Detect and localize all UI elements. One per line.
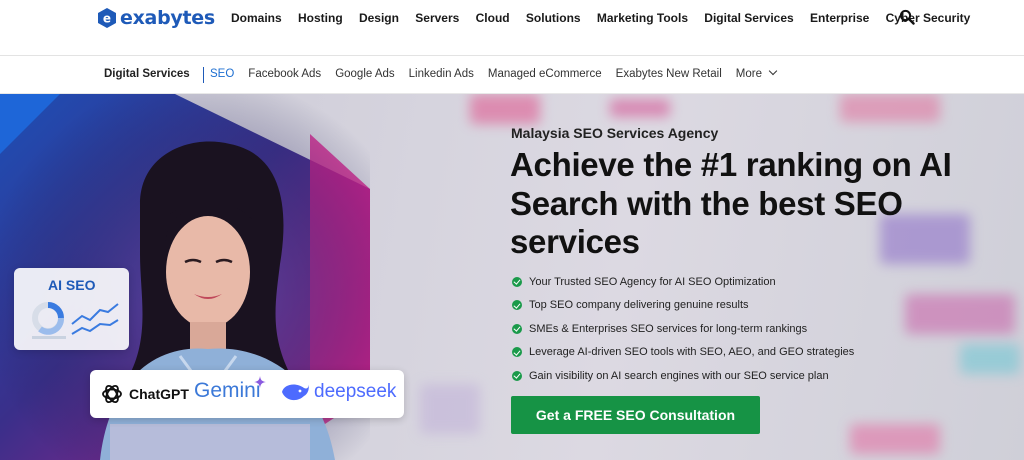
menu-item-servers[interactable]: Servers bbox=[415, 11, 459, 25]
menu-item-cloud[interactable]: Cloud bbox=[476, 11, 510, 25]
main-menu: Domains Hosting Design Servers Cloud Sol… bbox=[231, 11, 987, 25]
sub-navigation: Digital Services SEO Facebook Ads Google… bbox=[0, 57, 1024, 94]
check-circle-icon bbox=[512, 347, 522, 358]
benefit-item: Top SEO company delivering genuine resul… bbox=[512, 294, 854, 318]
svg-text:e: e bbox=[103, 12, 111, 26]
check-circle-icon bbox=[512, 370, 522, 381]
hero-headline: Achieve the #1 ranking on AI Search with… bbox=[510, 146, 952, 260]
analytics-chart-icon bbox=[32, 302, 119, 339]
bokeh-light bbox=[905, 294, 1015, 334]
benefit-text: Leverage AI-driven SEO tools with SEO, A… bbox=[529, 346, 855, 359]
check-circle-icon bbox=[512, 300, 522, 311]
chatgpt-label: ChatGPT bbox=[129, 386, 189, 402]
benefit-item: Your Trusted SEO Agency for AI SEO Optim… bbox=[512, 270, 854, 294]
subnav-links: SEO Facebook Ads Google Ads Linkedin Ads… bbox=[210, 66, 790, 80]
benefit-item: Leverage AI-driven SEO tools with SEO, A… bbox=[512, 341, 854, 365]
subnav-link-exabytes-new-retail[interactable]: Exabytes New Retail bbox=[616, 68, 722, 80]
menu-item-enterprise[interactable]: Enterprise bbox=[810, 11, 869, 25]
benefit-item: Gain visibility on AI search engines wit… bbox=[512, 364, 854, 388]
subnav-link-linkedin-ads[interactable]: Linkedin Ads bbox=[409, 68, 474, 80]
subnav-divider bbox=[203, 67, 204, 83]
hero-benefits-list: Your Trusted SEO Agency for AI SEO Optim… bbox=[512, 270, 854, 388]
subnav-link-seo[interactable]: SEO bbox=[210, 68, 234, 80]
ai-brands-card: ChatGPT Gemini deepseek bbox=[90, 370, 404, 418]
hero-eyebrow: Malaysia SEO Services Agency bbox=[511, 125, 719, 141]
bokeh-light bbox=[470, 94, 540, 124]
gemini-label: Gemini bbox=[194, 379, 261, 402]
subnav-more-dropdown[interactable]: More bbox=[735, 66, 778, 80]
logo-wordmark: exabytes bbox=[120, 7, 215, 29]
menu-item-solutions[interactable]: Solutions bbox=[526, 11, 581, 25]
bokeh-light bbox=[850, 424, 940, 454]
ai-seo-card: AI SEO bbox=[14, 268, 129, 350]
bokeh-light bbox=[840, 94, 940, 122]
menu-item-hosting[interactable]: Hosting bbox=[298, 11, 343, 25]
free-seo-consultation-button[interactable]: Get a FREE SEO Consultation bbox=[511, 396, 760, 434]
bokeh-light bbox=[610, 99, 670, 117]
chevron-down-icon bbox=[768, 66, 778, 76]
bokeh-light bbox=[420, 384, 480, 434]
benefit-text: Gain visibility on AI search engines wit… bbox=[529, 369, 829, 382]
subnav-link-google-ads[interactable]: Google Ads bbox=[335, 68, 394, 80]
deepseek-whale-icon bbox=[282, 384, 309, 401]
subnav-link-managed-ecommerce[interactable]: Managed eCommerce bbox=[488, 68, 602, 80]
chatgpt-icon bbox=[102, 384, 122, 404]
menu-item-design[interactable]: Design bbox=[359, 11, 399, 25]
deepseek-brand: deepseek bbox=[280, 380, 396, 404]
search-icon[interactable] bbox=[899, 9, 915, 25]
bokeh-light bbox=[960, 344, 1020, 374]
chatgpt-brand: ChatGPT bbox=[100, 382, 189, 406]
menu-item-digital-services[interactable]: Digital Services bbox=[704, 11, 793, 25]
subnav-more-label: More bbox=[735, 68, 762, 80]
benefit-text: Your Trusted SEO Agency for AI SEO Optim… bbox=[529, 275, 776, 288]
gemini-sparkle-icon bbox=[254, 376, 266, 388]
benefit-text: Top SEO company delivering genuine resul… bbox=[529, 299, 749, 312]
menu-item-marketing-tools[interactable]: Marketing Tools bbox=[597, 11, 688, 25]
ai-seo-card-title: AI SEO bbox=[48, 277, 96, 293]
exabytes-logo-icon: e bbox=[98, 8, 116, 28]
menu-item-domains[interactable]: Domains bbox=[231, 11, 282, 25]
subnav-link-facebook-ads[interactable]: Facebook Ads bbox=[248, 68, 321, 80]
check-circle-icon bbox=[512, 276, 522, 287]
top-navigation: e exabytes Domains Hosting Design Server… bbox=[0, 0, 1024, 56]
exabytes-logo[interactable]: e exabytes bbox=[97, 6, 215, 30]
check-circle-icon bbox=[512, 323, 522, 334]
benefit-item: SMEs & Enterprises SEO services for long… bbox=[512, 317, 854, 341]
benefit-text: SMEs & Enterprises SEO services for long… bbox=[529, 322, 808, 335]
hero-banner: AI SEO ChatGPT Gemini deepseek Malaysia … bbox=[0, 94, 1024, 460]
deepseek-label: deepseek bbox=[314, 381, 397, 402]
subnav-title: Digital Services bbox=[104, 68, 190, 80]
